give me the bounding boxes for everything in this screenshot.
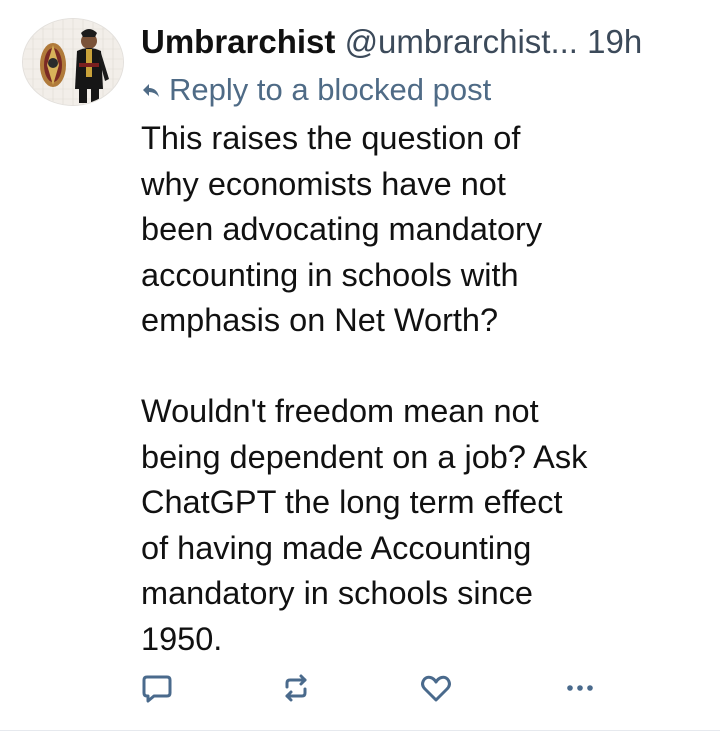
post-line: being dependent on a job? Ask	[141, 438, 588, 475]
post-line: been advocating mandatory	[141, 211, 543, 247]
more-options-button[interactable]	[560, 668, 600, 708]
author-handle[interactable]: @umbrarchist...	[345, 23, 578, 60]
post-line: This raises the question of	[141, 120, 521, 156]
post-line: ChatGPT the long term effect	[141, 484, 563, 520]
post-line: accounting in schools with	[141, 256, 519, 293]
post-line: mandatory in schools since	[141, 575, 533, 611]
repost-button[interactable]	[276, 668, 316, 708]
post-line: emphasis on Net Worth?	[141, 302, 499, 338]
post-line: Wouldn't freedom mean not	[141, 393, 539, 429]
reply-context-label: Reply to a blocked post	[169, 72, 492, 107]
post-divider	[0, 730, 720, 731]
post-header: Umbrarchist @umbrarchist... 19h	[141, 20, 642, 64]
post-card[interactable]: Umbrarchist @umbrarchist... 19h Reply to…	[0, 0, 720, 735]
post-body: This raises the question of why economis…	[141, 116, 681, 662]
comment-icon	[142, 675, 172, 703]
author-avatar[interactable]	[22, 18, 124, 106]
post-paragraph: This raises the question of why economis…	[141, 116, 681, 344]
post-line: 1950.	[141, 620, 223, 657]
avatar-figure-icon	[23, 19, 123, 105]
reply-context[interactable]: Reply to a blocked post	[141, 70, 491, 110]
post-timestamp[interactable]: 19h	[578, 23, 642, 60]
author-display-name[interactable]: Umbrarchist	[141, 23, 335, 60]
post-line: of having made Accounting	[141, 529, 532, 566]
more-options-icon	[567, 685, 593, 691]
repost-icon	[285, 674, 307, 702]
post-paragraph: Wouldn't freedom mean not being dependen…	[141, 389, 681, 662]
post-actions	[0, 668, 720, 712]
post-line: why economists have not	[141, 165, 506, 202]
comment-button[interactable]	[137, 668, 177, 708]
reply-arrow-icon	[141, 80, 161, 100]
heart-icon	[421, 675, 451, 702]
like-button[interactable]	[416, 668, 456, 708]
